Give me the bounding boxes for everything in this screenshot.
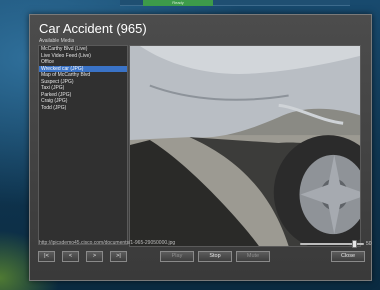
previous-button[interactable]: <: [62, 251, 79, 262]
image-viewer[interactable]: [129, 45, 361, 247]
background-ready-button[interactable]: Ready: [143, 0, 213, 6]
car-photo: [130, 46, 360, 246]
zoom-slider[interactable]: 50: [300, 239, 372, 249]
stop-button[interactable]: Stop: [198, 251, 232, 262]
dialog-title: Car Accident (965): [39, 21, 147, 36]
available-media-label: Available Media: [39, 38, 75, 44]
close-button[interactable]: Close: [331, 251, 365, 262]
media-list-item[interactable]: Todd (JPG): [39, 105, 127, 112]
zoom-thumb[interactable]: [351, 240, 357, 248]
play-button[interactable]: Play: [160, 251, 194, 262]
media-url: http://ipicsdemo45.cisco.com/documents/1…: [39, 240, 176, 246]
next-button[interactable]: >: [86, 251, 103, 262]
media-viewer-dialog: Car Accident (965) Available Media McCar…: [29, 14, 372, 281]
media-list[interactable]: McCarthy Blvd (Live) Live Video Feed (Liv…: [38, 45, 128, 245]
mute-button[interactable]: Mute: [236, 251, 270, 262]
first-button[interactable]: |<: [38, 251, 55, 262]
last-button[interactable]: >|: [110, 251, 127, 262]
zoom-value: 50: [366, 241, 372, 247]
